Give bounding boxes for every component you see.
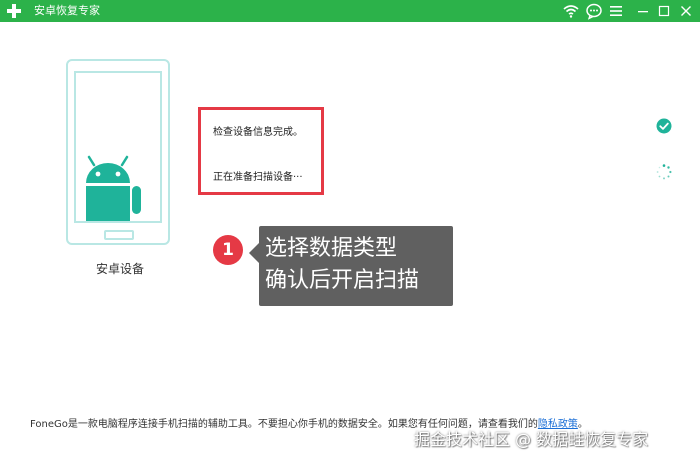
instruction-callout: 选择数据类型 确认后开启扫描	[259, 226, 453, 306]
status-check-device: 检查设备信息完成。	[213, 127, 303, 138]
phone-illustration	[66, 59, 170, 245]
title-bar: 安卓恢复专家	[0, 0, 700, 22]
status-preparing-scan: 正在准备扫描设备···	[213, 172, 303, 183]
menu-icon[interactable]	[607, 2, 625, 20]
step-number-badge: 1	[213, 235, 243, 265]
callout-line-2: 确认后开启扫描	[265, 268, 420, 293]
check-done-icon	[656, 118, 672, 134]
minimize-icon[interactable]	[634, 2, 652, 20]
phone-home-button	[104, 230, 134, 240]
window-title: 安卓恢复专家	[34, 4, 100, 17]
wifi-icon[interactable]	[562, 2, 580, 20]
app-logo-icon	[7, 4, 21, 18]
chat-icon[interactable]	[585, 2, 603, 20]
loading-spinner-icon	[656, 164, 672, 180]
status-highlight-box: 检查设备信息完成。 正在准备扫描设备···	[198, 107, 324, 195]
phone-screen	[74, 71, 162, 223]
watermark: 掘金技术社区 @ 数据蛙恢复专家	[414, 430, 649, 449]
close-icon[interactable]	[677, 2, 695, 20]
callout-line-1: 选择数据类型	[265, 236, 398, 261]
callout-pointer	[249, 243, 259, 263]
android-robot-icon	[86, 155, 141, 221]
device-label: 安卓设备	[95, 262, 144, 276]
maximize-icon[interactable]	[655, 2, 673, 20]
